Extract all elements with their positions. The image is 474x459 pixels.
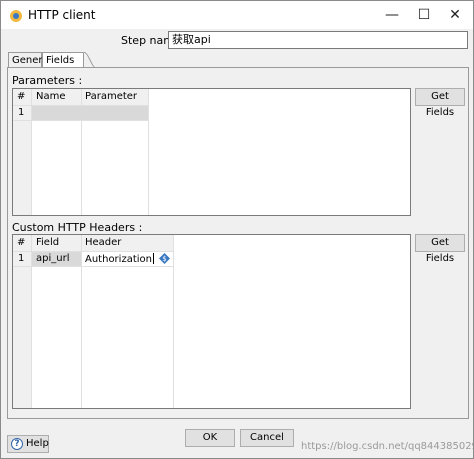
header-cell-value: Authorization: [85, 254, 152, 265]
cancel-button[interactable]: Cancel: [240, 429, 294, 447]
grid-line: [173, 235, 174, 408]
text-cursor: [152, 253, 154, 264]
app-icon: [10, 10, 22, 22]
column-header-parameter[interactable]: Parameter: [85, 91, 137, 102]
column-header-header[interactable]: Header: [85, 237, 121, 248]
http-client-dialog: HTTP client — ☐ ✕ Step name 获取api Genera…: [0, 0, 474, 459]
get-fields-parameters-button[interactable]: Get Fields: [415, 88, 465, 118]
tab-general[interactable]: General: [8, 52, 51, 68]
grid-line: [148, 89, 149, 215]
help-button[interactable]: ? Help: [7, 435, 49, 453]
help-icon: ?: [11, 438, 23, 450]
column-header-number: #: [17, 237, 26, 248]
header-cell-editor[interactable]: Authorization: [85, 253, 154, 265]
custom-headers-label: Custom HTTP Headers :: [12, 221, 143, 234]
field-cell[interactable]: api_url: [36, 253, 69, 264]
row-number: 1: [18, 253, 25, 264]
close-button[interactable]: ✕: [435, 1, 474, 29]
tab-curve-decoration: [83, 52, 97, 68]
title-bar: HTTP client — ☐ ✕: [1, 1, 473, 29]
grid-line: [13, 120, 148, 121]
tab-fields[interactable]: Fields: [42, 52, 84, 68]
table-row-selected[interactable]: [32, 106, 148, 120]
column-header-number: #: [17, 91, 26, 102]
custom-headers-table[interactable]: # Field Header 1 api_url Authorization $: [12, 234, 411, 409]
parameters-table[interactable]: # Name Parameter 1: [12, 88, 411, 216]
help-label: Help: [26, 438, 49, 449]
column-header-field[interactable]: Field: [36, 237, 59, 248]
grid-line: [13, 266, 173, 267]
get-fields-headers-button[interactable]: Get Fields: [415, 234, 465, 264]
window-title: HTTP client: [28, 8, 96, 22]
step-name-input[interactable]: 获取api: [168, 31, 468, 49]
variable-icon[interactable]: $: [159, 253, 170, 264]
column-header-name[interactable]: Name: [36, 91, 66, 102]
ok-button[interactable]: OK: [185, 429, 235, 447]
watermark: https://blog.csdn.net/qq844385029: [301, 441, 474, 452]
fields-panel: Parameters : # Name Parameter 1 Get Fiel…: [7, 67, 469, 419]
svg-text:$: $: [162, 255, 166, 263]
row-number: 1: [18, 107, 25, 118]
parameters-label: Parameters :: [12, 74, 83, 87]
grid-line: [81, 235, 82, 408]
